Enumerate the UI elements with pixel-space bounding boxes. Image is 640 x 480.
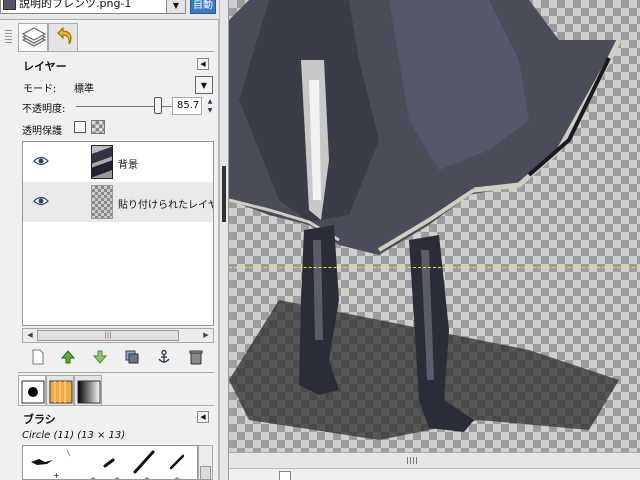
new-layer-icon[interactable]	[30, 349, 46, 365]
dock-grip-handle[interactable]	[5, 30, 12, 44]
image-thumbnail	[3, 0, 16, 10]
canvas-horizontal-scrollbar[interactable]	[229, 452, 640, 468]
scrollbar-thumb[interactable]	[200, 466, 211, 480]
layer-name[interactable]: 背景	[118, 156, 138, 171]
delete-layer-icon[interactable]	[188, 349, 204, 365]
tab-brushes[interactable]	[18, 375, 46, 405]
brush-previews[interactable]: +	[23, 446, 198, 480]
brush-dot-icon	[21, 380, 45, 404]
image-selector-label: 説明的フレンツ.png-1	[19, 0, 132, 10]
lower-layer-icon[interactable]	[92, 349, 108, 365]
tab-layers[interactable]	[18, 23, 48, 51]
lock-alpha-checkbox[interactable]	[74, 121, 86, 133]
horizontal-guide[interactable]	[229, 267, 640, 268]
brush-grid-scrollbar[interactable]	[198, 445, 213, 480]
brushes-panel-title: ブラシ	[23, 413, 56, 426]
image-selector-combo[interactable]: 説明的フレンツ.png-1	[0, 0, 186, 14]
chevron-down-icon[interactable]: ▼	[166, 0, 186, 14]
layers-panel-title: レイヤー	[23, 60, 67, 73]
panel-separator	[18, 372, 214, 373]
raise-layer-icon[interactable]	[60, 349, 76, 365]
selected-brush-name: Circle (11) (13 × 13)	[22, 430, 126, 441]
opacity-label: 不透明度:	[22, 104, 66, 115]
scrollbar-thumb[interactable]: |||	[37, 330, 179, 341]
gradient-icon	[77, 380, 101, 404]
layer-list: 背景 貼り付けられたレイヤ	[22, 141, 214, 326]
scrollbar-grip[interactable]	[407, 457, 417, 464]
mode-label: モード:	[23, 84, 57, 95]
tab-patterns[interactable]	[46, 375, 74, 405]
lock-alpha-label: 透明保護	[22, 126, 62, 137]
layer-row[interactable]: 貼り付けられたレイヤ	[23, 182, 213, 222]
mode-select[interactable]: 標準	[74, 80, 94, 95]
tab-undo-history[interactable]	[48, 23, 78, 51]
artwork	[229, 0, 622, 440]
tab-gradients[interactable]	[74, 375, 102, 405]
opacity-spinner[interactable]: ▲ ▼	[206, 97, 214, 115]
auto-button[interactable]: 自動	[190, 0, 216, 14]
panel-menu-icon[interactable]: ◀	[197, 411, 209, 423]
layer-row[interactable]: 背景	[23, 142, 213, 182]
image-canvas[interactable]	[229, 0, 640, 452]
opacity-input[interactable]: 85.7	[172, 97, 202, 115]
undo-arrow-icon	[57, 26, 72, 45]
duplicate-layer-icon[interactable]	[124, 349, 140, 365]
scroll-right-icon[interactable]: ▶	[200, 330, 212, 341]
mode-dropdown-arrow[interactable]: ▼	[195, 76, 213, 94]
pattern-icon	[49, 380, 73, 404]
anchor-layer-icon[interactable]	[156, 349, 172, 365]
svg-text:+: +	[53, 471, 60, 480]
pane-divider-grip[interactable]	[222, 166, 226, 222]
pane-divider[interactable]	[219, 0, 229, 480]
eye-icon[interactable]	[33, 155, 49, 167]
canvas-statusbar	[229, 468, 640, 480]
layer-buttons-bar	[22, 347, 214, 367]
layer-name[interactable]: 貼り付けられたレイヤ	[118, 196, 213, 211]
panel-separator	[18, 51, 214, 52]
layer-list-scrollbar[interactable]: ◀ ||| ▶	[22, 328, 214, 343]
opacity-slider-thumb[interactable]	[154, 97, 163, 114]
layers-stack-icon	[21, 27, 47, 47]
scroll-left-icon[interactable]: ◀	[24, 330, 36, 341]
status-field[interactable]	[279, 471, 291, 480]
layer-thumbnail[interactable]	[91, 185, 113, 219]
eye-icon[interactable]	[33, 195, 49, 207]
dock-panel: 説明的フレンツ.png-1 ▼ 自動 レイヤー ◀ モード: 標準 ▼ 不透明度…	[0, 0, 219, 480]
checker-icon	[91, 120, 105, 134]
layer-thumbnail[interactable]	[91, 145, 113, 179]
image-selector-bar: 説明的フレンツ.png-1 ▼ 自動	[0, 0, 219, 20]
brush-grid: +	[22, 445, 198, 480]
panel-separator	[18, 405, 214, 406]
panel-menu-icon[interactable]: ◀	[197, 58, 209, 70]
